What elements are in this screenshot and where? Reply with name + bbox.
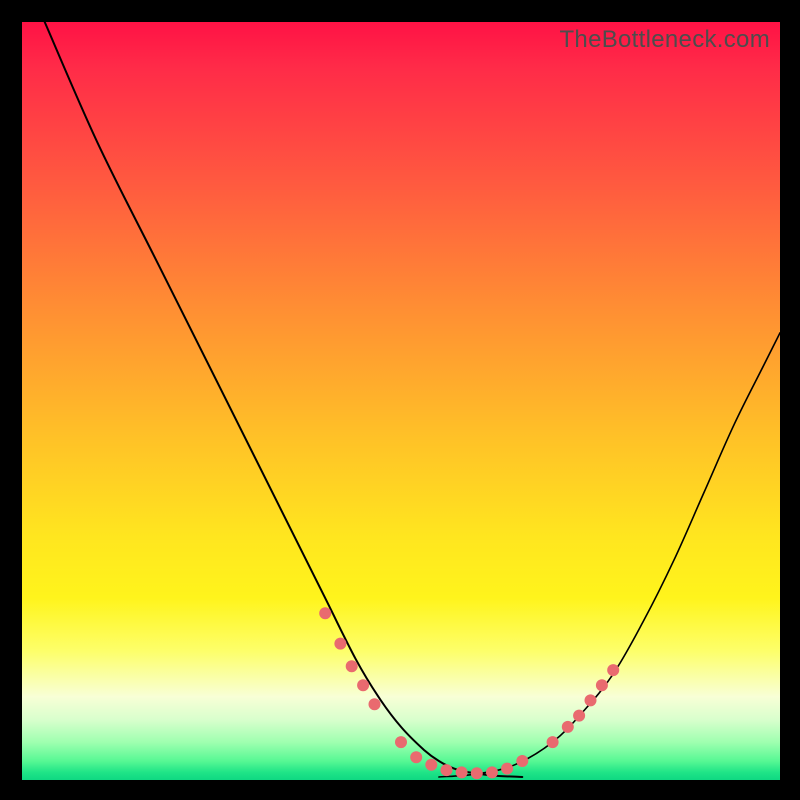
marker-dot xyxy=(425,759,437,771)
marker-dot xyxy=(395,736,407,748)
marker-group xyxy=(319,607,619,779)
marker-dot xyxy=(456,766,468,778)
marker-dot xyxy=(319,607,331,619)
marker-dot xyxy=(596,679,608,691)
marker-dot xyxy=(573,710,585,722)
marker-dot xyxy=(516,755,528,767)
marker-dot xyxy=(486,766,498,778)
marker-dot xyxy=(501,763,513,775)
left-curve xyxy=(45,22,523,777)
marker-dot xyxy=(607,664,619,676)
marker-dot xyxy=(562,721,574,733)
chart-frame: TheBottleneck.com xyxy=(0,0,800,800)
marker-dot xyxy=(410,751,422,763)
marker-dot xyxy=(357,679,369,691)
marker-dot xyxy=(346,660,358,672)
plot-area: TheBottleneck.com xyxy=(22,22,780,780)
right-curve xyxy=(439,333,780,777)
marker-dot xyxy=(334,638,346,650)
marker-dot xyxy=(547,736,559,748)
marker-dot xyxy=(471,767,483,779)
marker-dot xyxy=(441,764,453,776)
curve-layer xyxy=(22,22,780,780)
marker-dot xyxy=(585,694,597,706)
marker-dot xyxy=(369,698,381,710)
